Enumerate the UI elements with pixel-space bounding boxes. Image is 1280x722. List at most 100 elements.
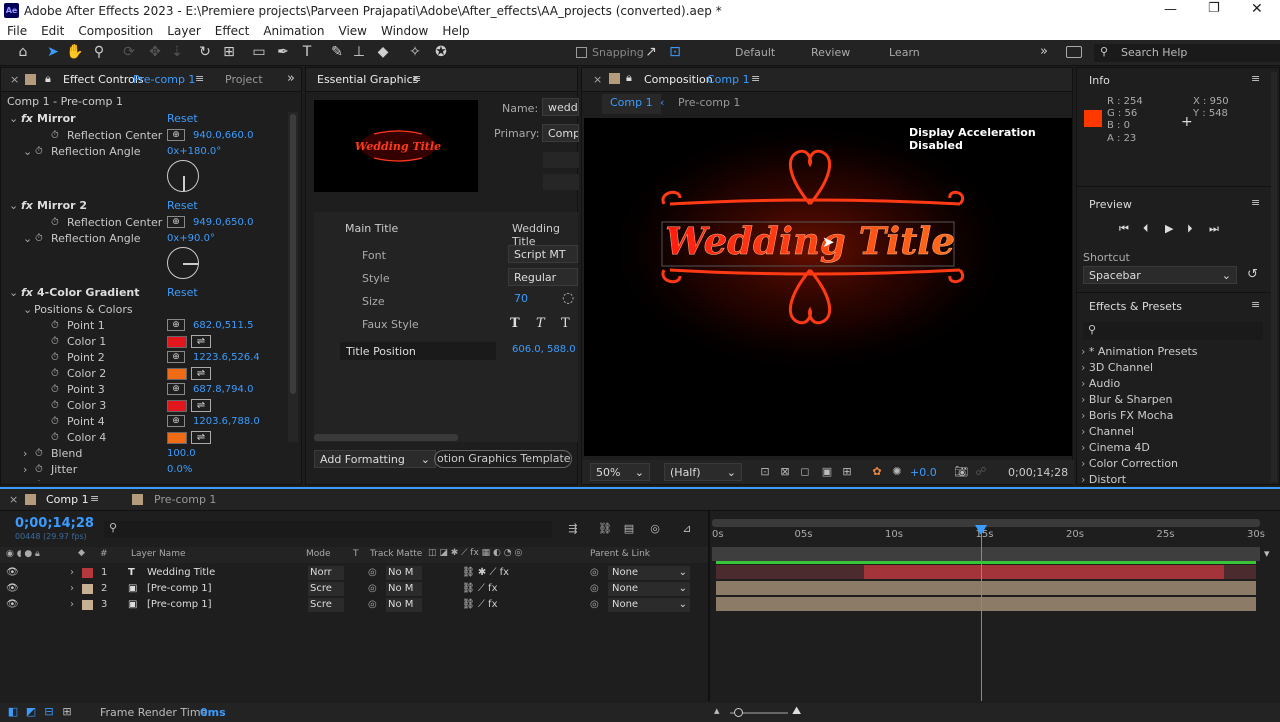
search-help-field[interactable]: ⚲ Search Help xyxy=(1094,44,1280,62)
color-swatch[interactable] xyxy=(167,336,187,348)
workspace-learn[interactable]: Learn xyxy=(889,46,920,59)
effects-category-item[interactable]: › Cinema 4D xyxy=(1081,440,1271,456)
switches-icons[interactable]: ⛓ ⟋ fx xyxy=(462,581,498,597)
menu-effect[interactable]: Effect xyxy=(215,22,250,40)
layer-switches-icon[interactable]: ◧ xyxy=(6,705,20,719)
effect-property[interactable]: Positions & Colors ⌄ xyxy=(1,302,287,318)
expand-layer-icon[interactable]: › xyxy=(70,581,74,597)
tab-composition[interactable]: Composition xyxy=(644,73,713,86)
scrollbar[interactable] xyxy=(288,112,298,442)
guides-icon[interactable]: ⊞ xyxy=(840,465,854,479)
effect-property[interactable]: ⏱ Point 4 ⊕ 1203.6,788.0 xyxy=(1,414,287,430)
color-swatch[interactable] xyxy=(167,432,187,444)
roto-brush-icon[interactable]: ✧ xyxy=(406,43,424,61)
more-workspaces-icon[interactable]: » xyxy=(1040,44,1048,59)
reset-link[interactable]: Reset xyxy=(167,111,198,127)
eye-icon[interactable]: 👁︎ xyxy=(6,597,19,613)
size-value[interactable]: 70 xyxy=(514,292,528,305)
clone-stamp-icon[interactable]: ⊥ xyxy=(350,43,368,61)
angle-dial[interactable] xyxy=(167,160,199,192)
draft-3d-icon[interactable]: ⛓ xyxy=(598,522,612,536)
stopwatch-icon[interactable]: ⏱ xyxy=(51,366,59,382)
current-time[interactable]: 0;00;14;28 xyxy=(1008,466,1068,479)
zoom-out-icon[interactable]: ▴ xyxy=(714,704,720,717)
chevron-down-icon[interactable]: ⌄ xyxy=(9,111,18,127)
composition-viewer[interactable]: Wedding Title Display Acceleration Disab… xyxy=(584,118,1072,456)
transparency-grid-icon[interactable]: ⊠ xyxy=(778,465,792,479)
layer-row[interactable]: 👁︎ › 1 T Wedding Title Norr ◎ No M ⛓ ✱ ⟋ fx ◎ None… xyxy=(0,565,708,581)
size-slider-icon[interactable]: ◌ xyxy=(562,290,574,306)
right-scrollbar[interactable] xyxy=(1271,72,1277,482)
tab-effects-presets[interactable]: Effects & Presets xyxy=(1089,300,1182,313)
track-layer-1[interactable] xyxy=(716,565,1256,579)
title-position-value[interactable]: 606.0, 588.0 xyxy=(512,344,576,355)
effects-category-item[interactable]: › Boris FX Mocha xyxy=(1081,408,1271,424)
add-formatting-dropdown[interactable]: Add Formatting ⌄ xyxy=(314,450,436,468)
reset-link[interactable]: Reset xyxy=(167,198,198,214)
brush-tool-icon[interactable]: ✎ xyxy=(328,43,346,61)
eyedropper-icon[interactable]: ⇌ xyxy=(191,367,211,380)
zoom-in-icon[interactable]: ⛰ xyxy=(792,704,801,718)
crosshair-icon[interactable]: ⊕ xyxy=(167,129,185,141)
header-layer-name[interactable]: Layer Name xyxy=(131,549,186,559)
eyedropper-icon[interactable]: ⇌ xyxy=(191,399,211,412)
effects-category-item[interactable]: › Audio xyxy=(1081,376,1271,392)
effect-property[interactable]: ⏱ Point 3 ⊕ 687.8,794.0 xyxy=(1,382,287,398)
parent-pickwhip-icon[interactable]: ◎ xyxy=(590,581,599,597)
faux-italic-icon[interactable]: T xyxy=(536,316,545,331)
stopwatch-icon[interactable]: ⏱ xyxy=(35,231,43,247)
panel-menu-icon[interactable]: ≡ xyxy=(412,72,421,85)
color-swatch[interactable] xyxy=(167,400,187,412)
mask-visibility-icon[interactable]: ◻ xyxy=(798,465,812,479)
panel-menu-icon[interactable]: ≡ xyxy=(751,72,760,85)
crosshair-icon[interactable]: ⊕ xyxy=(167,216,185,228)
snapshot-icon[interactable]: 📷︎ xyxy=(954,465,968,479)
primary-dropdown[interactable]: Comp xyxy=(542,124,579,142)
lock-icon[interactable]: 🔒︎ xyxy=(626,71,632,85)
stopwatch-icon[interactable]: ⏱ xyxy=(51,318,59,334)
zoom-dropdown[interactable]: 50% ⌄ xyxy=(590,463,650,481)
more-tabs-icon[interactable]: » xyxy=(287,71,295,86)
pan-tool-icon[interactable]: ✥ xyxy=(146,43,164,61)
switches-icons[interactable]: ⛓ ⟋ fx xyxy=(462,597,498,613)
snap-grid-icon[interactable]: ⊡ xyxy=(666,43,684,61)
effects-category-item[interactable]: › Distort xyxy=(1081,472,1271,488)
fast-preview-icon[interactable]: ⊡ xyxy=(758,465,772,479)
menu-help[interactable]: Help xyxy=(442,22,469,40)
fx-toggle-icon[interactable]: fx xyxy=(21,285,33,301)
property-value[interactable]: 100.0 xyxy=(167,446,196,462)
crosshair-icon[interactable]: ⊕ xyxy=(167,383,185,395)
angle-dial[interactable] xyxy=(167,247,199,279)
playhead[interactable] xyxy=(975,525,988,701)
layer-label-color[interactable] xyxy=(82,584,93,594)
effect-header[interactable]: ⌄ fx 4-Color Gradient Reset xyxy=(1,285,287,301)
eraser-tool-icon[interactable]: ◆ xyxy=(374,43,392,61)
zoom-tool-icon[interactable]: ⚲ xyxy=(90,43,108,61)
tab-timeline-precomp[interactable]: Pre-comp 1 xyxy=(154,493,216,506)
expand-icon[interactable]: ⌄ xyxy=(23,302,32,318)
effect-property[interactable]: ⏱ Color 3 ⇌ xyxy=(1,398,287,414)
breadcrumb-comp1[interactable]: Comp 1 xyxy=(602,94,661,114)
eye-icon[interactable]: 👁︎ xyxy=(6,565,19,581)
effect-property[interactable]: ⏱ Point 1 ⊕ 682.0,511.5 xyxy=(1,318,287,334)
stopwatch-icon[interactable]: ⏱ xyxy=(51,414,59,430)
close-icon[interactable]: × xyxy=(9,493,18,506)
effect-property[interactable]: ⏱ Color 1 ⇌ xyxy=(1,334,287,350)
property-value[interactable]: 1203.6,788.0 xyxy=(193,414,260,430)
font-dropdown[interactable]: Script MT Bo xyxy=(508,245,578,263)
track-matte-pickwhip-icon[interactable]: ◎ xyxy=(368,581,377,597)
effect-property[interactable]: ⏱ Reflection Angle ⌄ 0x+90.0° xyxy=(1,231,287,247)
stopwatch-icon[interactable]: ⏱ xyxy=(35,462,43,478)
pen-tool-icon[interactable]: ✒ xyxy=(274,43,292,61)
track-matte-pickwhip-icon[interactable]: ◎ xyxy=(368,597,377,613)
rectangle-tool-icon[interactable]: ▭ xyxy=(250,43,268,61)
effects-category-item[interactable]: › Blur & Sharpen xyxy=(1081,392,1271,408)
chevron-down-icon[interactable]: ⌄ xyxy=(9,285,18,301)
tab-effect-controls[interactable]: Effect Controls xyxy=(63,73,144,86)
layer-label-color[interactable] xyxy=(82,568,93,578)
blend-mode-dropdown[interactable]: Scre xyxy=(308,598,344,612)
dolly-tool-icon[interactable]: ⇣ xyxy=(168,43,186,61)
tab-preview[interactable]: Preview xyxy=(1089,198,1132,211)
previous-frame-icon[interactable]: ⏴ xyxy=(1143,222,1149,236)
crosshair-icon[interactable]: ⊕ xyxy=(167,351,185,363)
